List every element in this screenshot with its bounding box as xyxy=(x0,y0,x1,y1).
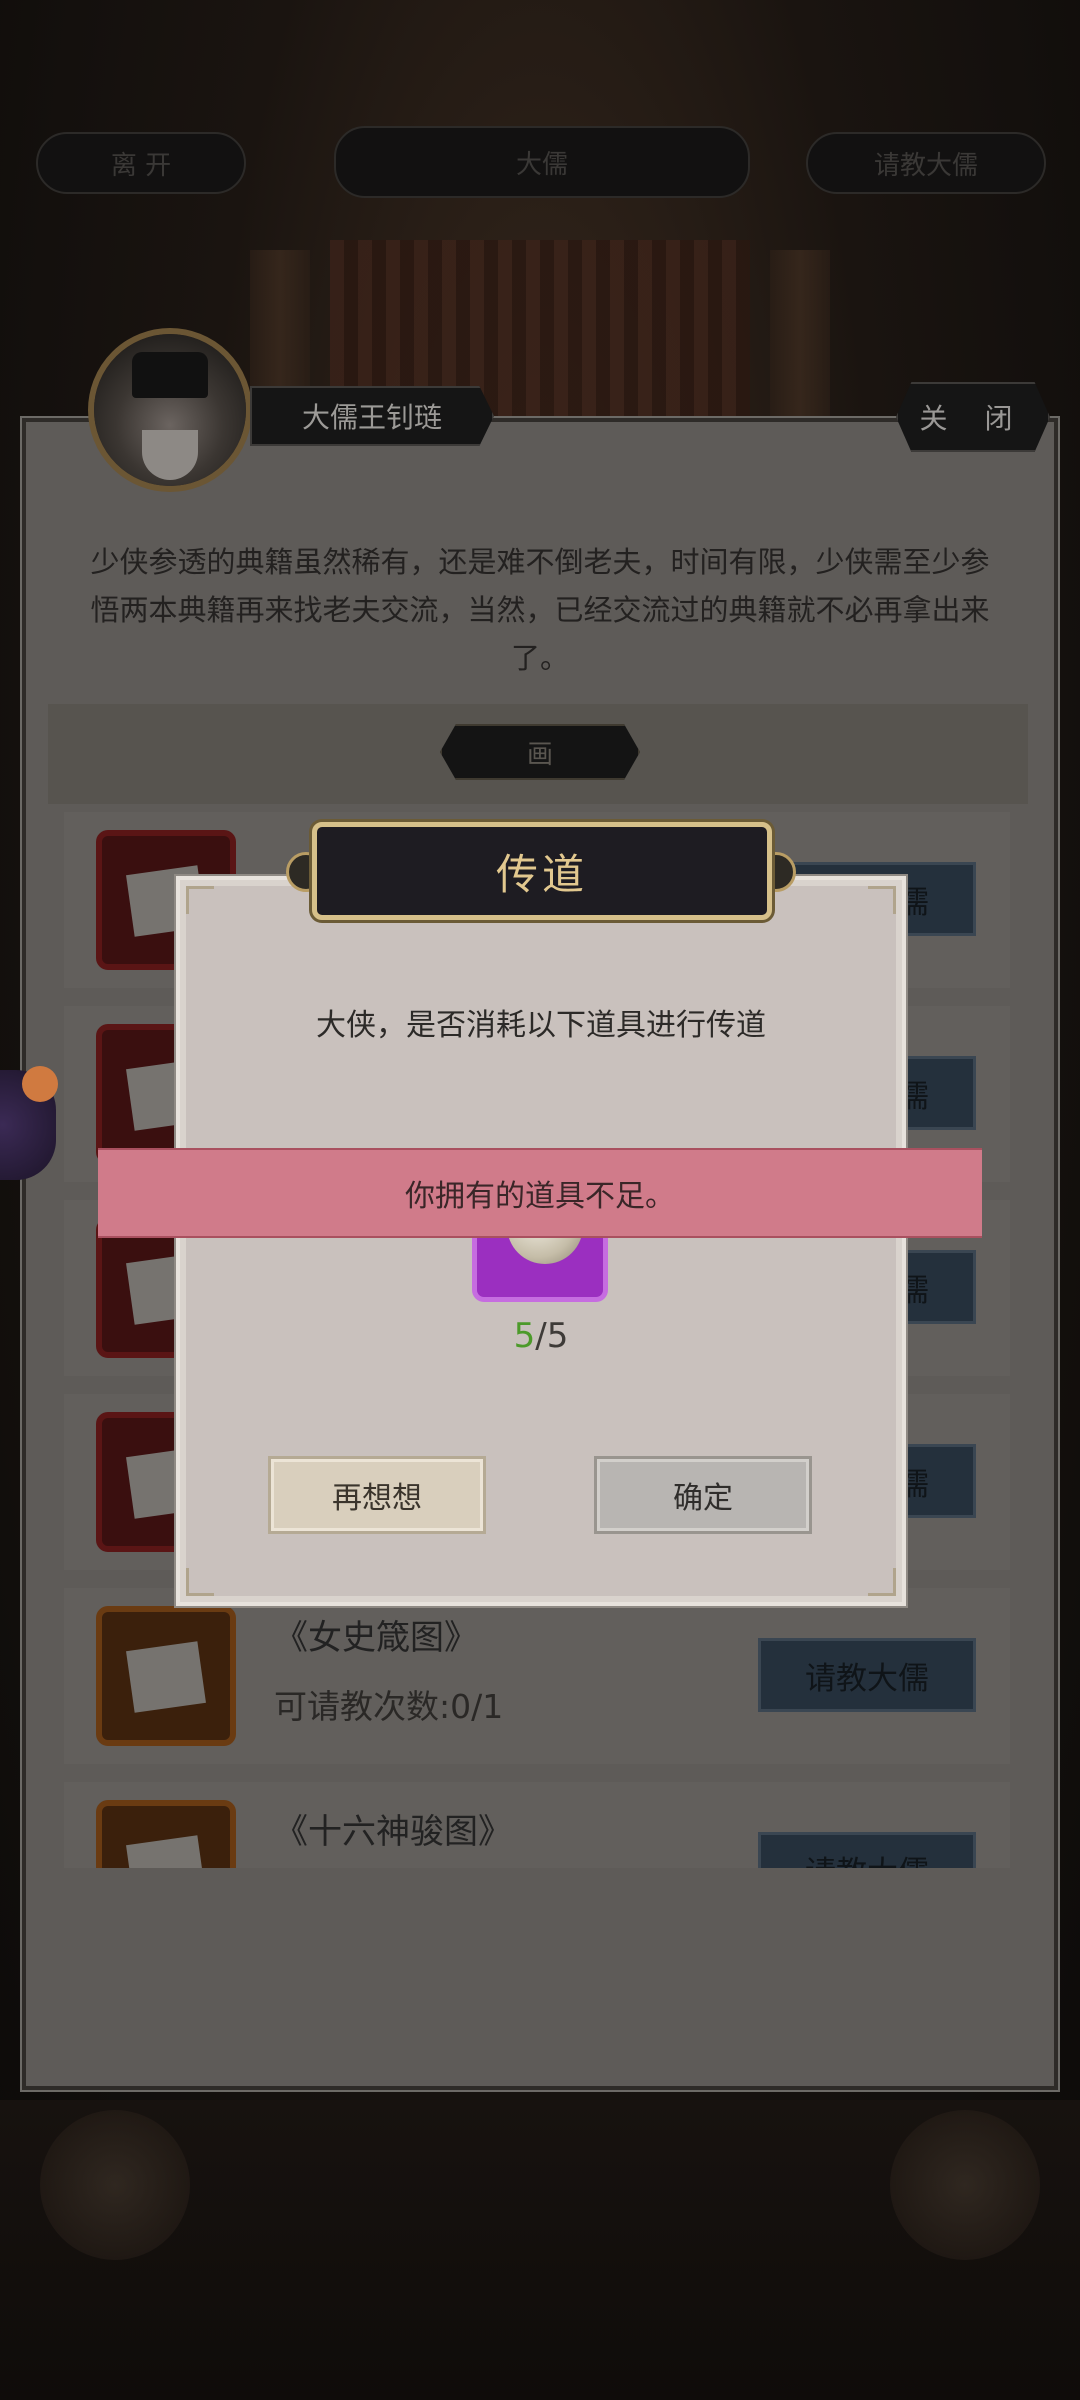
corner-ornament xyxy=(868,1568,896,1596)
cost-item-frame[interactable] xyxy=(472,1228,608,1302)
npc-hat xyxy=(132,352,208,398)
npc-intro-text: 少侠参透的典籍虽然稀有，还是难不倒老夫，时间有限，少侠需至少参悟两本典籍再来找老… xyxy=(90,545,990,675)
item-count-need: 5 xyxy=(546,1316,569,1356)
book-title: 《女史箴图》 xyxy=(274,1618,478,1658)
corner-ornament xyxy=(186,1568,214,1596)
corner-ornament xyxy=(186,886,214,914)
npc-avatar xyxy=(88,328,252,492)
consult-button[interactable]: 请教大儒 xyxy=(758,1638,976,1712)
item-count: 5/5 xyxy=(176,1316,906,1356)
list-item: 《女史箴图》 可请教次数:0/1 请教大儒 xyxy=(64,1588,1010,1764)
list-item: 《十六神骏图》 请教大儒 xyxy=(64,1782,1010,1868)
item-count-have: 5 xyxy=(513,1316,536,1356)
confirm-button[interactable]: 确定 xyxy=(594,1456,812,1534)
item-count-sep: / xyxy=(535,1316,547,1356)
npc-name: 大儒王钊琏 xyxy=(250,386,494,446)
insufficient-items-toast: 你拥有的道具不足。 xyxy=(98,1148,982,1238)
book-icon-frame xyxy=(96,1606,236,1746)
consult-count: 可请教次数:0/1 xyxy=(274,1687,504,1726)
dialog-title-plate: 传道 xyxy=(312,822,772,920)
top-right-button[interactable]: 请教大儒 xyxy=(806,132,1046,194)
book-title: 《十六神骏图》 xyxy=(274,1812,512,1852)
scroll-painting-icon xyxy=(126,1641,206,1713)
dialog-message: 大侠，是否消耗以下道具进行传道 xyxy=(316,1008,766,1043)
book-icon-frame xyxy=(96,1800,236,1868)
dialog-title: 传道 xyxy=(495,849,588,899)
leave-button[interactable]: 离 开 xyxy=(36,132,246,194)
close-button[interactable]: 关 闭 xyxy=(896,382,1050,452)
consult-button[interactable]: 请教大儒 xyxy=(758,1832,976,1868)
background-pillar xyxy=(770,250,830,430)
scroll-painting-icon xyxy=(126,1835,206,1868)
corner-ornament xyxy=(868,886,896,914)
category-tab-painting[interactable]: 画 xyxy=(440,724,640,780)
top-center-button[interactable]: 大儒 xyxy=(334,126,750,198)
background-disc xyxy=(40,2110,190,2260)
background-disc xyxy=(890,2110,1040,2260)
reconsider-button[interactable]: 再想想 xyxy=(268,1456,486,1534)
notification-dot xyxy=(22,1066,58,1102)
